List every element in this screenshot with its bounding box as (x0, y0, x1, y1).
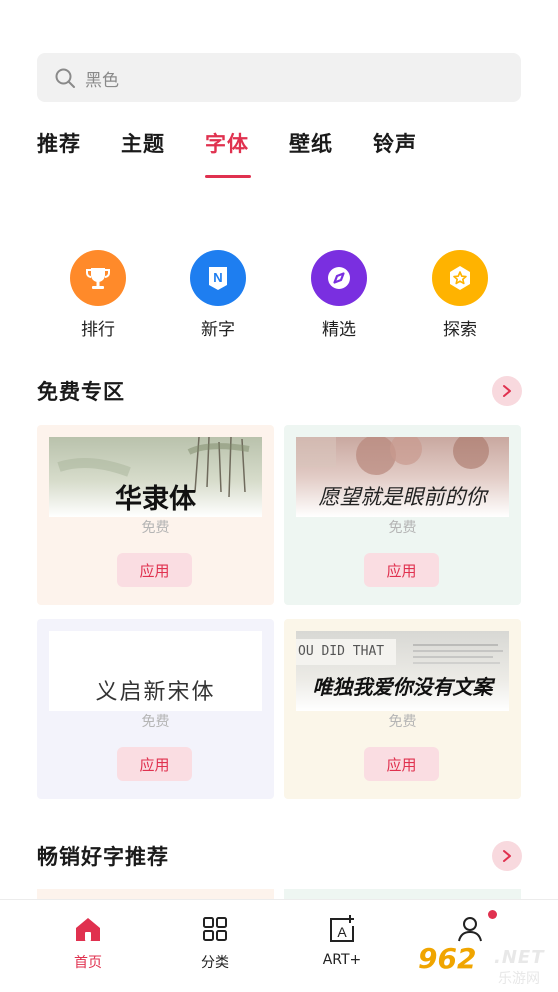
nav-category[interactable]: 分类 (175, 914, 255, 972)
notification-dot (488, 910, 497, 919)
font-card-yiqi[interactable]: 义启新宋体 免费 应用 (37, 619, 274, 799)
font-name: 唯独我爱你没有文案 (312, 675, 493, 699)
apply-button[interactable]: 应用 (117, 553, 192, 587)
font-card-weidu[interactable]: OU DID THAT 唯独我爱你没有文案 免费 应用 (284, 619, 521, 799)
quick-link-label: 探索 (443, 320, 477, 340)
watermark-number: 962 (418, 942, 477, 975)
bestseller-section-title: 畅销好字推荐 (37, 845, 169, 869)
font-price: 免费 (388, 520, 417, 536)
font-name: 华隶体 (115, 484, 196, 515)
watermark-domain: .NET (494, 947, 545, 968)
star-badge-icon (432, 250, 488, 306)
tab-wallpaper[interactable]: 壁纸 (289, 128, 333, 158)
search-placeholder: 黑色 (85, 71, 119, 91)
quick-link-label: 新字 (201, 320, 235, 340)
nav-art-plus[interactable]: A ART+ (302, 914, 382, 968)
quick-link-explore[interactable]: 探索 (410, 250, 510, 345)
tab-ringtone[interactable]: 铃声 (373, 128, 417, 158)
bestseller-card-peek (284, 889, 521, 899)
art-plus-icon: A (330, 915, 354, 942)
quick-link-label: 精选 (322, 320, 356, 340)
bestseller-section-more-button[interactable] (492, 841, 522, 871)
font-price: 免费 (141, 714, 170, 730)
nav-label: ART+ (322, 952, 362, 968)
apply-button[interactable]: 应用 (364, 747, 439, 781)
svg-text:A: A (337, 924, 347, 940)
category-tabs: 推荐 主题 字体 壁纸 铃声 (37, 128, 521, 178)
free-section-title: 免费专区 (37, 380, 125, 404)
font-name: 愿望就是眼前的你 (318, 485, 487, 509)
font-name: 义启新宋体 (95, 680, 216, 705)
search-icon (55, 68, 75, 88)
active-tab-indicator (205, 175, 251, 178)
nav-label: 分类 (201, 955, 229, 971)
apply-button[interactable]: 应用 (117, 747, 192, 781)
apply-button[interactable]: 应用 (364, 553, 439, 587)
quick-link-ranking[interactable]: 排行 (48, 250, 148, 345)
printed-text-lines-image (413, 644, 503, 664)
bestseller-card-peek (37, 889, 274, 899)
font-card-hualiti[interactable]: 华隶体 免费 应用 (37, 425, 274, 605)
font-card-wish[interactable]: 愿望就是眼前的你 免费 应用 (284, 425, 521, 605)
quick-link-new[interactable]: N 新字 (168, 250, 268, 345)
new-n-icon: N (190, 250, 246, 306)
font-price: 免费 (388, 714, 417, 730)
nav-label: 首页 (74, 955, 102, 971)
grid-icon (203, 917, 227, 941)
quick-link-label: 排行 (81, 320, 115, 340)
tab-recommend[interactable]: 推荐 (37, 128, 81, 158)
chevron-right-icon (503, 385, 511, 397)
tab-font[interactable]: 字体 (205, 128, 249, 158)
font-price: 免费 (141, 520, 170, 536)
chevron-right-icon (503, 850, 511, 862)
site-watermark: 962 .NET 乐游网 (418, 942, 558, 992)
profile-icon (458, 917, 482, 942)
preview-caption: OU DID THAT (296, 639, 396, 665)
tab-theme[interactable]: 主题 (121, 128, 165, 158)
search-bar[interactable]: 黑色 (37, 53, 521, 102)
watermark-site: 乐游网 (498, 971, 540, 987)
free-section-more-button[interactable] (492, 376, 522, 406)
trophy-icon (70, 250, 126, 306)
compass-icon (311, 250, 367, 306)
home-icon (76, 918, 100, 941)
nav-home[interactable]: 首页 (48, 914, 128, 972)
quick-link-featured[interactable]: 精选 (289, 250, 389, 345)
svg-text:N: N (213, 270, 222, 285)
